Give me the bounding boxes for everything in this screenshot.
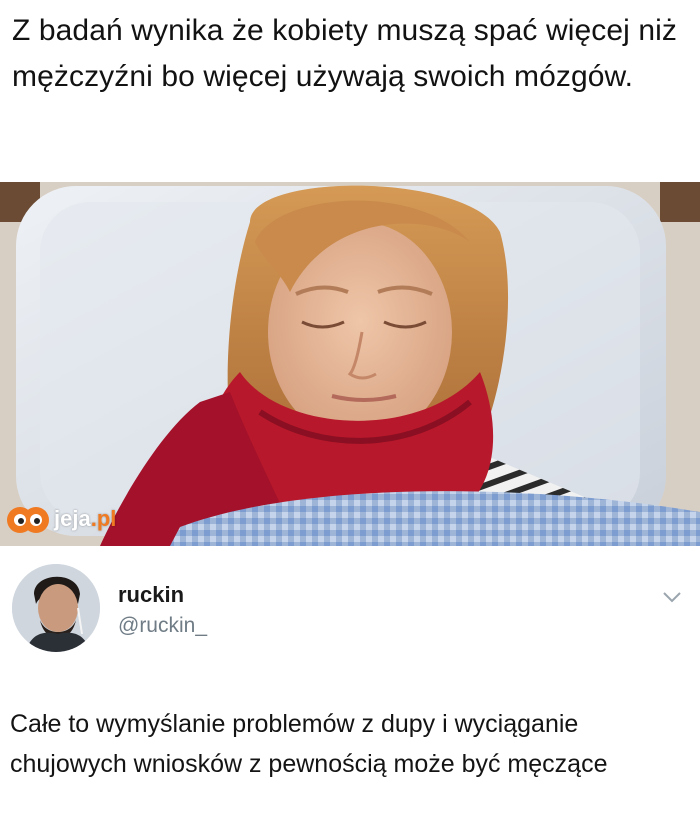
tweet-display-name[interactable]: ruckin: [118, 582, 184, 608]
tweet-handle[interactable]: @ruckin_: [118, 614, 207, 638]
jeja-watermark: jeja.pl: [6, 500, 116, 538]
jeja-watermark-text: jeja.pl: [54, 506, 117, 531]
tweet-card: ruckin @ruckin_ Całe to wymyślanie probl…: [0, 546, 700, 834]
jeja-logo-icon: [7, 507, 49, 533]
chevron-down-icon[interactable]: [662, 590, 682, 604]
sleeping-woman-photo: [0, 182, 700, 546]
tweet-body: Całe to wymyślanie problemów z dupy i wy…: [10, 710, 608, 778]
avatar[interactable]: [12, 564, 100, 652]
meme-caption: Z badań wynika że kobiety muszą spać wię…: [12, 14, 678, 93]
